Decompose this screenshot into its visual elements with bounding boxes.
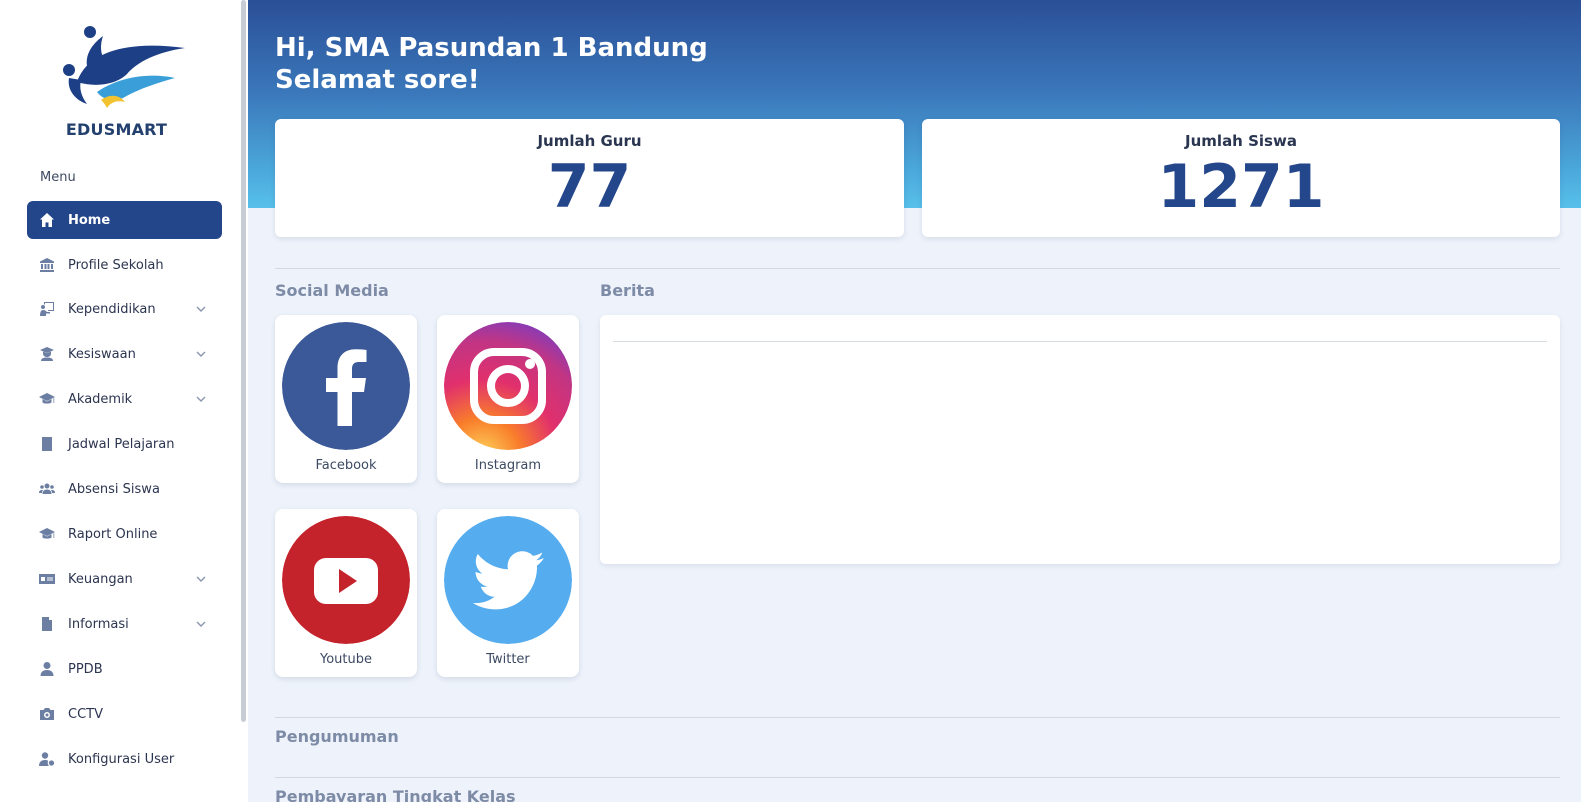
- social-facebook-card[interactable]: Facebook: [275, 315, 417, 483]
- instagram-icon: [444, 322, 572, 450]
- stat-value: 77: [547, 152, 632, 222]
- bank-icon: [38, 256, 56, 274]
- chevron-down-icon: [196, 348, 206, 358]
- user-gear-icon: [38, 750, 56, 768]
- social-twitter-card[interactable]: Twitter: [437, 509, 579, 677]
- menu-heading: Menu: [40, 170, 76, 185]
- greeting-subtitle: Selamat sore!: [275, 65, 480, 95]
- social-media-title: Social Media: [275, 281, 389, 300]
- stat-label: Jumlah Guru: [537, 132, 642, 150]
- sidebar-item-label: PPDB: [68, 661, 103, 677]
- payment-class-title: Pembayaran Tingkat Kelas: [275, 787, 516, 802]
- sidebar-item-akademik[interactable]: Akademik: [27, 380, 222, 418]
- chevron-down-icon: [196, 573, 206, 583]
- chevron-down-icon: [196, 303, 206, 313]
- section-divider: [275, 268, 1560, 269]
- teacher-board-icon: [38, 300, 56, 318]
- announcements-title: Pengumuman: [275, 727, 399, 746]
- sidebar-item-label: Kependidikan: [68, 301, 156, 317]
- social-instagram-card[interactable]: Instagram: [437, 315, 579, 483]
- sidebar-item-label: Informasi: [68, 616, 129, 632]
- sidebar-item-label: Konfigurasi User: [68, 751, 175, 767]
- sidebar-item-ppdb[interactable]: PPDB: [27, 650, 222, 688]
- facebook-icon: [282, 322, 410, 450]
- sidebar-item-label: Absensi Siswa: [68, 481, 160, 497]
- sidebar-item-jadwal-pelajaran[interactable]: Jadwal Pelajaran: [27, 425, 222, 463]
- social-label: Twitter: [486, 652, 530, 667]
- youtube-icon: [282, 516, 410, 644]
- sidebar-scrollbar[interactable]: [241, 0, 246, 722]
- sidebar-item-konfigurasi-user[interactable]: Konfigurasi User: [27, 740, 222, 778]
- user-icon: [38, 660, 56, 678]
- sidebar-item-informasi[interactable]: Informasi: [27, 605, 222, 643]
- sidebar-item-label: Kesiswaan: [68, 346, 136, 362]
- sidebar-item-label: Raport Online: [68, 526, 158, 542]
- greeting: Hi, SMA Pasundan 1 Bandung Selamat sore!: [275, 32, 708, 96]
- news-title: Berita: [600, 281, 655, 300]
- chevron-down-icon: [196, 393, 206, 403]
- section-divider: [275, 777, 1560, 778]
- sidebar-item-kependidikan[interactable]: Kependidikan: [27, 290, 222, 328]
- social-label: Youtube: [320, 652, 372, 667]
- section-divider: [275, 717, 1560, 718]
- home-icon: [38, 211, 56, 229]
- sidebar: EDUSMART Menu Home Profile Sekolah Kepen…: [0, 0, 248, 802]
- camera-icon: [38, 705, 56, 723]
- social-label: Facebook: [315, 458, 377, 473]
- sidebar-item-kesiswaan[interactable]: Kesiswaan: [27, 335, 222, 373]
- sidebar-item-label: Akademik: [68, 391, 133, 407]
- users-icon: [38, 480, 56, 498]
- book-icon: [38, 435, 56, 453]
- sidebar-item-raport-online[interactable]: Raport Online: [27, 515, 222, 553]
- graduation-cap-icon: [38, 525, 56, 543]
- social-label: Instagram: [474, 458, 542, 473]
- sidebar-item-label: CCTV: [68, 706, 103, 722]
- sidebar-item-absensi-siswa[interactable]: Absensi Siswa: [27, 470, 222, 508]
- money-card-icon: [38, 570, 56, 588]
- graduation-cap-icon: [38, 390, 56, 408]
- chevron-down-icon: [196, 618, 206, 628]
- sidebar-item-cctv[interactable]: CCTV: [27, 695, 222, 733]
- edusmart-logo: [57, 22, 189, 114]
- news-divider: [613, 341, 1547, 342]
- sidebar-item-label: Keuangan: [68, 571, 133, 587]
- document-icon: [38, 615, 56, 633]
- stat-value: 1271: [1157, 152, 1325, 222]
- sidebar-item-keuangan[interactable]: Keuangan: [27, 560, 222, 598]
- social-youtube-card[interactable]: Youtube: [275, 509, 417, 677]
- student-icon: [38, 345, 56, 363]
- stat-label: Jumlah Siswa: [1185, 132, 1297, 150]
- sidebar-item-label: Jadwal Pelajaran: [68, 436, 175, 452]
- sidebar-item-profile-sekolah[interactable]: Profile Sekolah: [27, 246, 222, 284]
- sidebar-item-label: Profile Sekolah: [68, 257, 164, 273]
- stat-card-students: Jumlah Siswa 1271: [922, 119, 1560, 237]
- news-panel: [600, 315, 1560, 564]
- sidebar-item-label: Home: [68, 212, 111, 228]
- stat-card-teachers: Jumlah Guru 77: [275, 119, 904, 237]
- twitter-icon: [444, 516, 572, 644]
- greeting-title: Hi, SMA Pasundan 1 Bandung: [275, 33, 708, 63]
- brand-name: EDUSMART: [65, 120, 168, 139]
- sidebar-item-home[interactable]: Home: [27, 201, 222, 239]
